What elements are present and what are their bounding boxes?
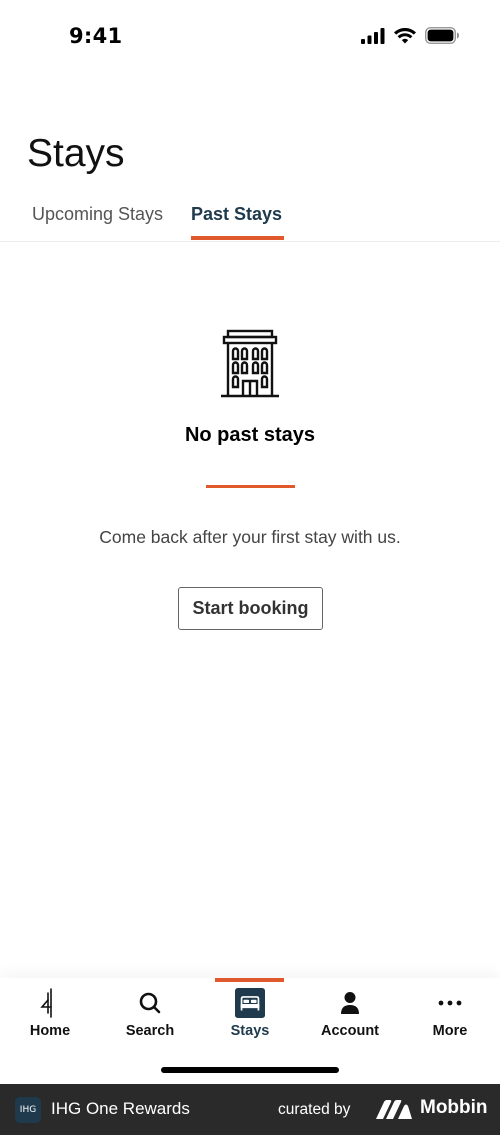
status-bar: 9:41: [0, 0, 500, 75]
mobbin-logo-icon: [376, 1100, 412, 1119]
nav-label-more: More: [432, 1023, 468, 1039]
footer-app-name: IHG One Rewards: [51, 1099, 190, 1118]
more-dots-icon: [435, 988, 465, 1018]
active-tab-indicator: [191, 236, 284, 240]
ihg-logo-icon: [35, 988, 65, 1018]
nav-item-home[interactable]: Home: [0, 978, 100, 1048]
nav-item-search[interactable]: Search: [100, 978, 200, 1048]
nav-item-stays[interactable]: Stays: [200, 978, 300, 1048]
app-badge-icon: IHG: [15, 1097, 41, 1123]
person-icon: [335, 988, 365, 1018]
footer-brand: Mobbin: [420, 1097, 488, 1118]
empty-state-message: Come back after your first stay with us.: [99, 527, 401, 547]
battery-icon: [425, 27, 459, 44]
nav-label-search: Search: [125, 1023, 175, 1039]
hotel-building-icon: [221, 329, 279, 398]
status-icons: [361, 27, 460, 44]
nav-label-stays: Stays: [230, 1023, 270, 1039]
empty-state-divider: [206, 485, 295, 488]
footer-bar: IHG IHG One Rewards curated by Mobbin: [0, 1084, 500, 1135]
bed-icon: [235, 988, 265, 1018]
nav-label-account: Account: [321, 1023, 379, 1039]
nav-item-account[interactable]: Account: [300, 978, 400, 1048]
page-title: Stays: [27, 132, 125, 175]
search-icon: [135, 988, 165, 1018]
status-time: 9:41: [69, 24, 123, 48]
empty-state-title: No past stays: [184, 424, 316, 446]
home-indicator: [161, 1067, 339, 1073]
footer-curated-by: curated by: [278, 1101, 351, 1118]
bottom-nav: Home Search Stays Account More: [0, 978, 500, 1084]
tab-upcoming-stays[interactable]: Upcoming Stays: [32, 204, 163, 242]
cellular-signal-icon: [361, 27, 385, 44]
wifi-icon: [394, 27, 416, 43]
start-booking-button[interactable]: Start booking: [178, 587, 323, 630]
nav-label-home: Home: [29, 1023, 71, 1039]
nav-item-more[interactable]: More: [400, 978, 500, 1048]
stays-tabs: Upcoming Stays Past Stays: [0, 196, 500, 242]
